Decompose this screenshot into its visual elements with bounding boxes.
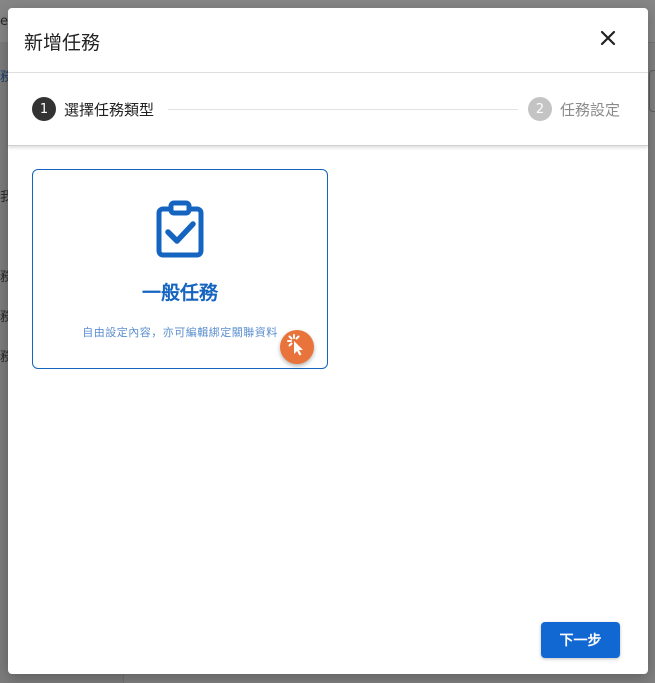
step-label: 選擇任務類型	[64, 100, 155, 119]
clipboard-check-icon	[151, 200, 209, 258]
click-badge	[280, 330, 314, 364]
background-text: e	[0, 14, 8, 29]
step-number: 1	[32, 97, 56, 121]
close-button[interactable]	[594, 26, 622, 54]
step-label: 任務設定	[560, 100, 621, 119]
click-cursor-icon	[285, 333, 309, 361]
step-number: 2	[528, 97, 552, 121]
step-select-task-type[interactable]: 1 選擇任務類型	[32, 97, 154, 121]
next-step-button[interactable]: 下一步	[541, 622, 620, 658]
step-connector	[168, 109, 518, 110]
step-task-settings[interactable]: 2 任務設定	[528, 97, 620, 121]
stepper: 1 選擇任務類型 2 任務設定	[8, 73, 648, 146]
background-control	[649, 70, 655, 112]
dialog-header: 新增任務	[8, 8, 648, 73]
close-icon	[600, 30, 616, 50]
dialog-title: 新增任務	[24, 32, 101, 54]
task-card-title: 一般任務	[141, 282, 218, 304]
general-task-card[interactable]: 一般任務 自由設定內容，亦可編輯綁定關聯資料	[32, 169, 328, 369]
new-task-dialog: 新增任務 1 選擇任務類型 2 任務設定 一般任務 自由設定內容，亦可編輯綁定關…	[8, 8, 648, 674]
